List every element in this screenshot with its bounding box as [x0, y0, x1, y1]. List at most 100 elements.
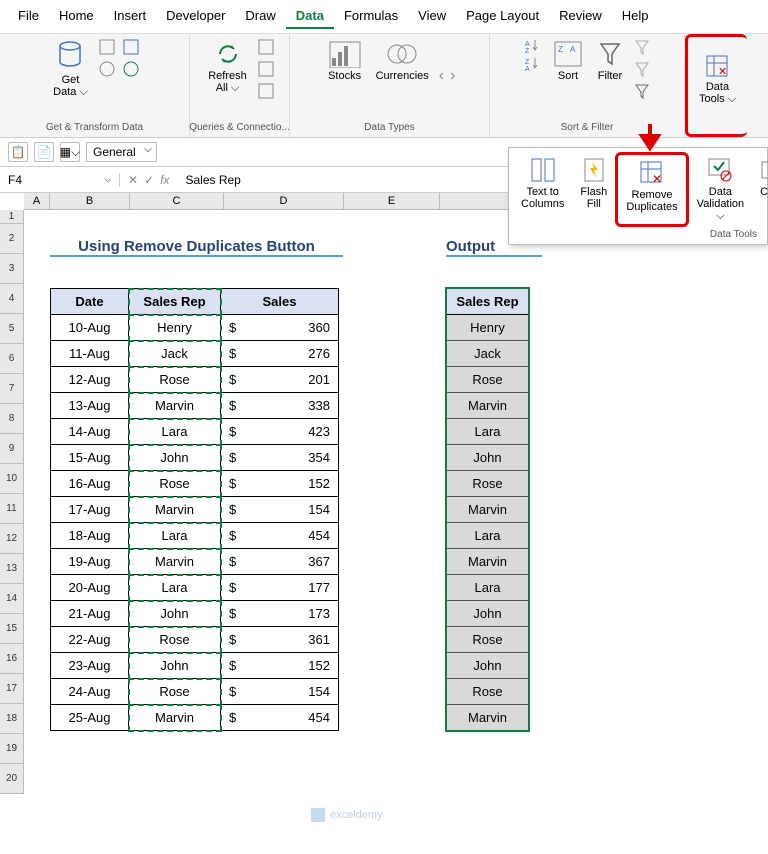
th-output: Sales Rep	[447, 289, 529, 315]
group-label: Sort & Filter	[561, 120, 614, 133]
properties-icon[interactable]	[257, 60, 275, 78]
get-data-button[interactable]: Get Data ⌵	[49, 38, 92, 101]
group-label: Queries & Connectio...	[189, 120, 290, 133]
row-header[interactable]: 10	[0, 464, 23, 494]
svg-text:A: A	[570, 45, 576, 54]
number-format[interactable]: General	[86, 142, 157, 162]
menu-review[interactable]: Review	[549, 4, 612, 29]
table-row: 23-AugJohn$152	[51, 653, 339, 679]
edit-links-icon[interactable]	[257, 82, 275, 100]
menu-insert[interactable]: Insert	[104, 4, 157, 29]
menu-home[interactable]: Home	[49, 4, 104, 29]
row-header[interactable]: 13	[0, 554, 23, 584]
table-row: 13-AugMarvin$338	[51, 393, 339, 419]
menu-help[interactable]: Help	[612, 4, 659, 29]
row-header[interactable]: 7	[0, 374, 23, 404]
from-table-icon[interactable]	[122, 38, 140, 56]
table-row: Lara	[447, 419, 529, 445]
menu-draw[interactable]: Draw	[235, 4, 285, 29]
menu-data[interactable]: Data	[286, 4, 334, 29]
cells-area[interactable]: Using Remove Duplicates Button Output Da…	[24, 210, 768, 794]
consolidate-icon	[760, 156, 768, 184]
group-label: Get & Transform Data	[46, 120, 143, 133]
row-header[interactable]: 9	[0, 434, 23, 464]
name-box[interactable]: F4⌵	[0, 173, 120, 187]
row-header[interactable]: 16	[0, 644, 23, 674]
row-header[interactable]: 17	[0, 674, 23, 704]
row-header[interactable]: 6	[0, 344, 23, 374]
refresh-all-button[interactable]: Refresh All ⌵	[204, 38, 251, 97]
svg-text:Z: Z	[525, 59, 530, 66]
from-text-icon[interactable]	[98, 38, 116, 56]
chevron-left-icon[interactable]: ‹	[439, 67, 444, 85]
row-header[interactable]: 3	[0, 254, 23, 284]
row-header[interactable]: 18	[0, 704, 23, 734]
table-row: 24-AugRose$154	[51, 679, 339, 705]
row-header[interactable]: 5	[0, 314, 23, 344]
table-row: 12-AugRose$201	[51, 367, 339, 393]
col-header[interactable]: B	[50, 193, 130, 209]
remove-duplicates-button[interactable]: ✕ Remove Duplicates	[615, 152, 688, 227]
row-header[interactable]: 20	[0, 764, 23, 794]
refresh-icon	[214, 40, 242, 68]
row-header[interactable]: 15	[0, 614, 23, 644]
text-to-columns-button[interactable]: Text to Columns	[513, 152, 572, 227]
currencies-button[interactable]: Currencies	[372, 38, 433, 84]
menubar: File Home Insert Developer Draw Data For…	[0, 0, 768, 34]
cancel-icon[interactable]: ✕	[128, 173, 138, 187]
filter-button[interactable]: Filter	[593, 38, 627, 84]
table-row: 25-AugMarvin$454	[51, 705, 339, 731]
menu-pagelayout[interactable]: Page Layout	[456, 4, 549, 29]
queries-icon[interactable]	[257, 38, 275, 56]
col-header[interactable]: A	[24, 193, 50, 209]
from-web-icon[interactable]	[98, 60, 116, 78]
col-header[interactable]: E	[344, 193, 440, 209]
qat-icon-3[interactable]: ▦⌵	[60, 142, 80, 162]
row-header[interactable]: 19	[0, 734, 23, 764]
flash-fill-icon	[582, 156, 606, 184]
chevron-right-icon[interactable]: ›	[450, 67, 455, 85]
reapply-icon[interactable]	[633, 60, 651, 78]
sort-za-icon[interactable]: ZA	[523, 56, 543, 72]
stocks-button[interactable]: Stocks	[324, 38, 366, 84]
row-header[interactable]: 4	[0, 284, 23, 314]
col-header[interactable]: D	[224, 193, 344, 209]
table-row: Lara	[447, 575, 529, 601]
flash-fill-button[interactable]: Flash Fill	[572, 152, 615, 227]
menu-file[interactable]: File	[8, 4, 49, 29]
fx-icon[interactable]: fx	[160, 173, 169, 187]
row-header[interactable]: 8	[0, 404, 23, 434]
clear-icon[interactable]	[633, 38, 651, 56]
table-row: Marvin	[447, 705, 529, 731]
table-row: John	[447, 601, 529, 627]
table-row: Rose	[447, 627, 529, 653]
qat-icon-1[interactable]: 📋	[8, 142, 28, 162]
row-header[interactable]: 11	[0, 494, 23, 524]
recent-icon[interactable]	[122, 60, 140, 78]
col-header[interactable]: C	[130, 193, 224, 209]
enter-icon[interactable]: ✓	[144, 173, 154, 187]
svg-text:A: A	[525, 66, 530, 72]
row-header[interactable]: 14	[0, 584, 23, 614]
row-header[interactable]: 12	[0, 524, 23, 554]
menu-developer[interactable]: Developer	[156, 4, 235, 29]
qat-icon-2[interactable]: 📄	[34, 142, 54, 162]
sort-button[interactable]: ZA Sort	[549, 38, 587, 84]
logo-icon	[310, 807, 326, 823]
consolidate-button[interactable]: Co	[752, 152, 768, 227]
data-tools-icon: ✕	[704, 53, 730, 79]
menu-view[interactable]: View	[408, 4, 456, 29]
watermark: exceldemy	[310, 807, 383, 823]
dropdown-group-label: Data Tools	[513, 227, 763, 240]
data-validation-button[interactable]: Data Validation ⌵	[689, 152, 753, 227]
row-header[interactable]: 1	[0, 210, 23, 224]
menu-formulas[interactable]: Formulas	[334, 4, 408, 29]
sort-az-icon[interactable]: AZ	[523, 38, 543, 54]
table-row: Henry	[447, 315, 529, 341]
table-row: Marvin	[447, 549, 529, 575]
advanced-icon[interactable]	[633, 82, 651, 100]
row-header[interactable]: 2	[0, 224, 23, 254]
data-tools-button[interactable]: ✕ Data Tools ⌵	[695, 41, 740, 117]
table-row: 21-AugJohn$173	[51, 601, 339, 627]
table-row: 17-AugMarvin$154	[51, 497, 339, 523]
